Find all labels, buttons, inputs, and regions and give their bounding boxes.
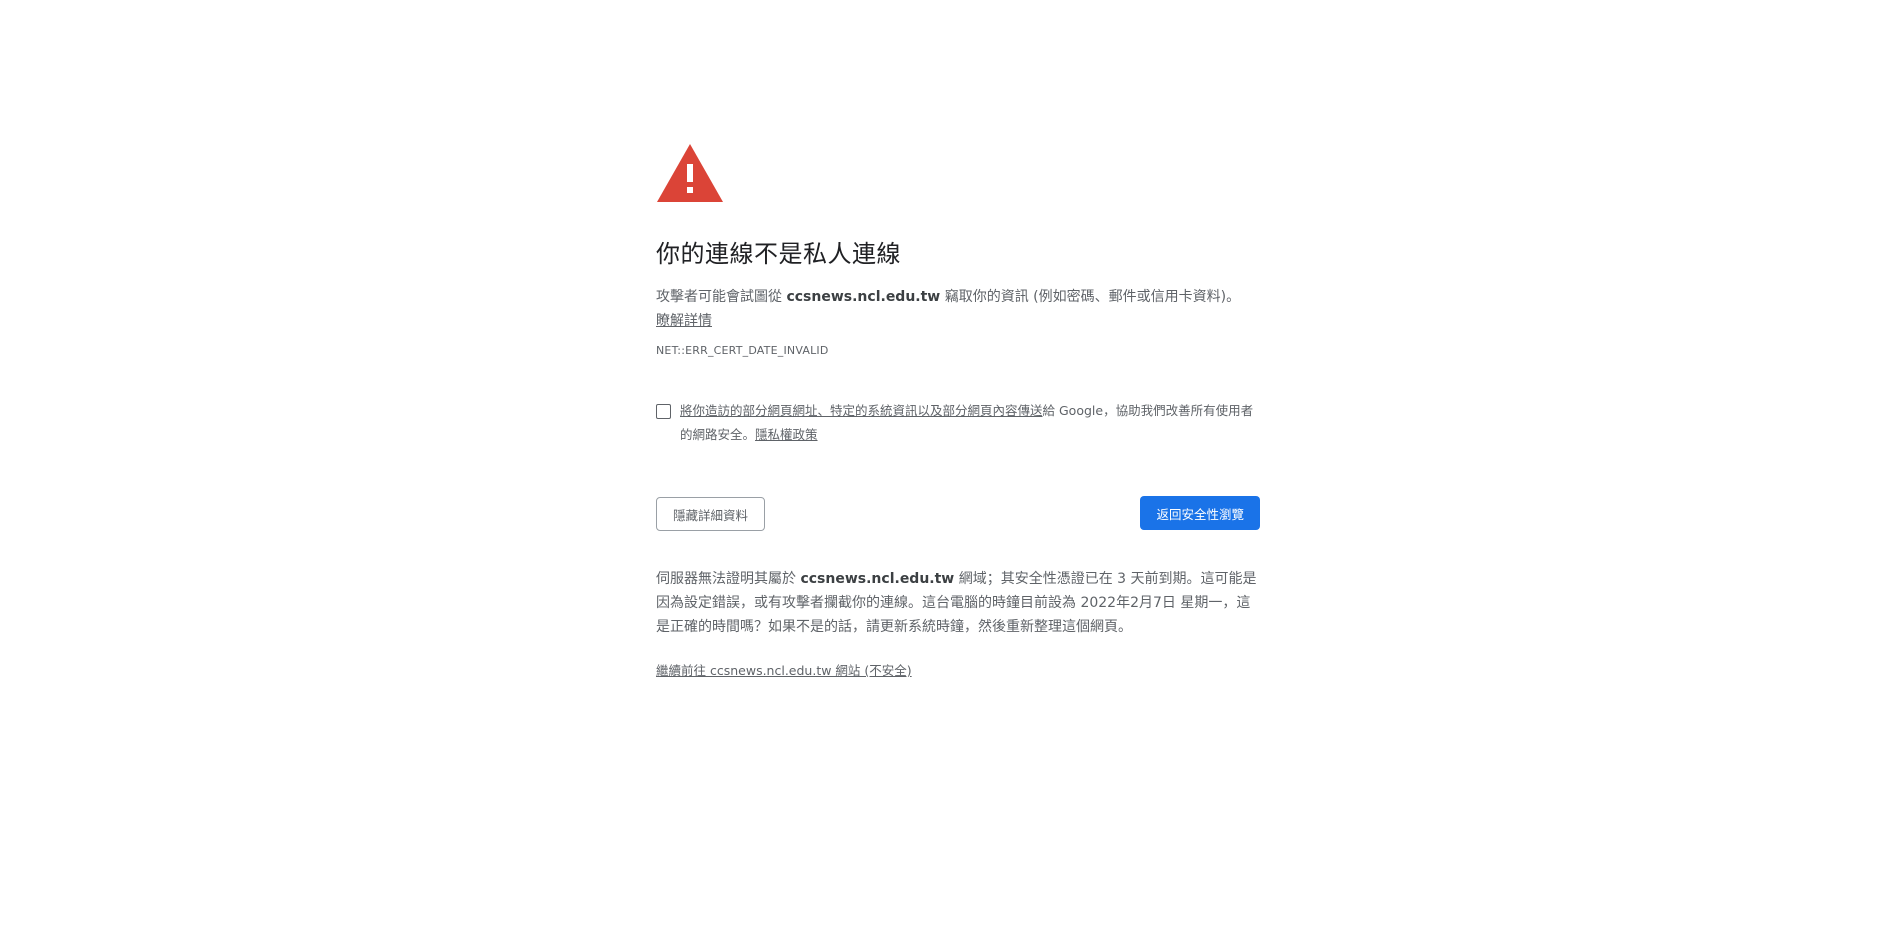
main-message: 攻擊者可能會試圖從 ccsnews.ncl.edu.tw 竊取你的資訊 (例如密… — [656, 285, 1260, 333]
error-code: NET::ERR_CERT_DATE_INVALID — [656, 344, 829, 357]
privacy-policy-link[interactable]: 隱私權政策 — [755, 427, 818, 442]
details-host: ccsnews.ncl.edu.tw — [800, 571, 955, 587]
details-text: 伺服器無法證明其屬於 ccsnews.ncl.edu.tw 網域；其安全性憑證已… — [656, 567, 1260, 639]
main-message-text-after: 竊取你的資訊 (例如密碼、郵件或信用卡資料)。 — [940, 289, 1241, 305]
page-title: 你的連線不是私人連線 — [656, 240, 901, 268]
hide-details-button[interactable]: 隱藏詳細資料 — [656, 497, 766, 531]
button-row: 隱藏詳細資料 返回安全性瀏覽 — [656, 496, 1260, 533]
learn-more-link[interactable]: 瞭解詳情 — [656, 313, 712, 329]
safe-browsing-opt-in: 將你造訪的部分網頁網址、特定的系統資訊以及部分網頁內容傳送給 Google，協助… — [656, 399, 1260, 447]
opt-in-description-link[interactable]: 將你造訪的部分網頁網址、特定的系統資訊以及部分網頁內容傳送 — [680, 403, 1043, 418]
proceed-unsafe-link[interactable]: 繼續前往 ccsnews.ncl.edu.tw 網站 (不安全) — [656, 660, 912, 679]
interstitial-container: 你的連線不是私人連線 攻擊者可能會試圖從 ccsnews.ncl.edu.tw … — [656, 143, 1260, 679]
main-message-text-before: 攻擊者可能會試圖從 — [656, 289, 787, 305]
details-text-part1: 伺服器無法證明其屬於 — [656, 571, 801, 587]
opt-in-checkbox[interactable] — [656, 404, 671, 419]
back-to-safety-button[interactable]: 返回安全性瀏覽 — [1140, 496, 1260, 530]
main-message-host: ccsnews.ncl.edu.tw — [786, 289, 941, 305]
warning-triangle-icon — [657, 144, 723, 202]
